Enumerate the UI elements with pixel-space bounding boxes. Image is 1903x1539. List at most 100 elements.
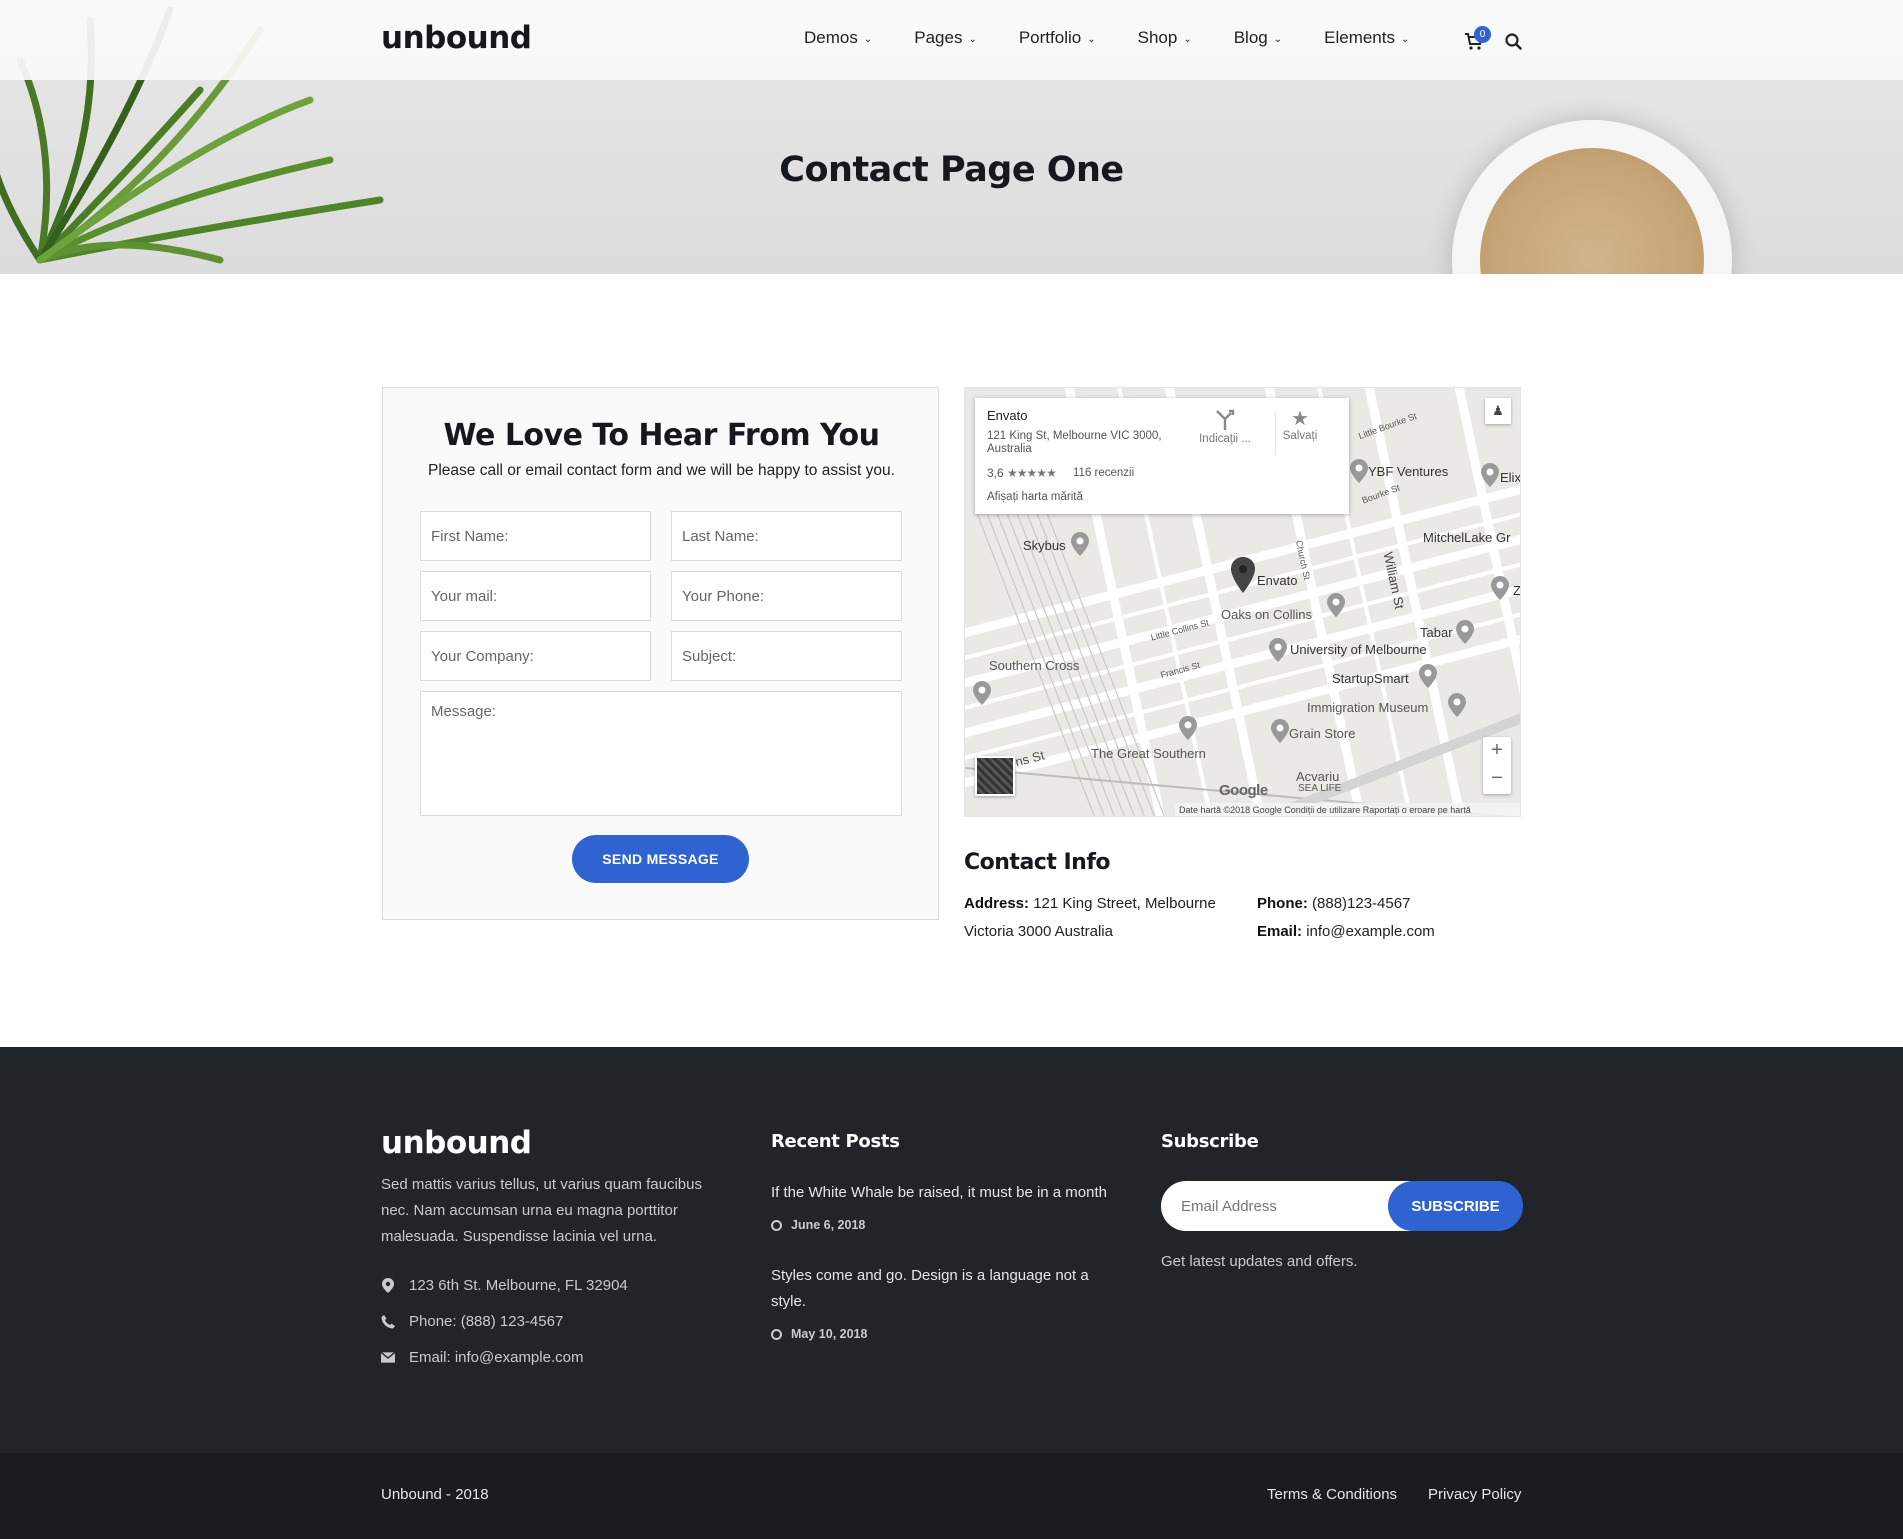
recent-post-title[interactable]: Styles come and go. Design is a language…	[771, 1263, 1111, 1315]
clock-icon	[771, 1328, 782, 1340]
footer-phone: Phone: (888) 123-4567	[381, 1313, 563, 1330]
map-poi-icon[interactable]	[1327, 593, 1345, 617]
map-poi-icon[interactable]	[1269, 638, 1287, 662]
nav-label: Demos	[804, 28, 858, 47]
zoom-out-button[interactable]: −	[1483, 765, 1511, 793]
directions-label: Indicații ...	[1199, 433, 1251, 445]
map-poi-icon[interactable]	[1448, 693, 1466, 717]
chevron-down-icon: ⌄	[863, 33, 873, 45]
map-label-ybf: YBF Ventures	[1368, 464, 1449, 479]
chevron-down-icon: ⌄	[968, 33, 977, 45]
star-icon: ★	[1291, 408, 1309, 430]
address-line2: Victoria 3000 Australia	[964, 923, 1113, 940]
rating-value: 3,6	[987, 466, 1004, 480]
recent-posts-heading: Recent Posts	[771, 1131, 900, 1152]
map-label-elix: Elix	[1500, 470, 1521, 485]
privacy-link[interactable]: Privacy Policy	[1428, 1486, 1521, 1503]
form-subtitle: Please call or email contact form and we…	[428, 462, 895, 479]
site-logo[interactable]: unbound	[381, 20, 532, 56]
email-label: Email:	[1257, 923, 1303, 940]
map-label-startupsmart: StartupSmart	[1332, 671, 1409, 686]
map-attribution[interactable]: Date hartă ©2018 Google Condiții de util…	[1175, 803, 1520, 816]
clock-icon	[771, 1219, 782, 1231]
map-label-envato: Envato	[1257, 573, 1298, 588]
address-label: Address:	[964, 895, 1030, 912]
map-label-oaks: Oaks on Collins	[1221, 607, 1313, 622]
place-rating: 3,6 ★★★★★	[987, 466, 1057, 480]
phone-value[interactable]: (888)123-4567	[1312, 895, 1410, 912]
search-icon[interactable]	[1505, 33, 1522, 50]
recent-post-date: May 10, 2018	[771, 1327, 867, 1341]
nav-shop[interactable]: Shop ⌄	[1138, 28, 1192, 48]
chevron-down-icon: ⌄	[1087, 33, 1096, 45]
envelope-icon	[381, 1352, 395, 1363]
map-label-immigration: Immigration Museum	[1307, 700, 1429, 715]
email-field[interactable]	[420, 571, 651, 621]
post-date-text: May 10, 2018	[791, 1327, 868, 1341]
subscribe-email-input[interactable]	[1161, 1181, 1411, 1231]
phone-label: Phone:	[1257, 895, 1308, 912]
place-address: 121 King St, Melbourne VIC 3000, Austral…	[987, 430, 1162, 455]
rating-stars-icon: ★★★★★	[1007, 466, 1057, 480]
map-poi-icon[interactable]	[1350, 459, 1368, 483]
nav-demos[interactable]: Demos ⌄	[804, 28, 872, 48]
page-title: Contact Page One	[779, 150, 1124, 190]
map-label-tabar: Tabar	[1420, 625, 1453, 640]
google-logo: Google	[1219, 782, 1268, 799]
map-poi-icon[interactable]	[1179, 716, 1197, 740]
save-place-button[interactable]: ★ Salvați	[1275, 408, 1325, 442]
map-poi-icon[interactable]	[1071, 532, 1089, 556]
zoom-in-button[interactable]: +	[1483, 737, 1511, 765]
cart-count-badge: 0	[1474, 26, 1491, 43]
map-label-sealife: SEA LIFE	[1298, 783, 1342, 794]
review-count-link[interactable]: 116 recenzii	[1073, 467, 1134, 479]
recent-post-title[interactable]: If the White Whale be raised, it must be…	[771, 1180, 1131, 1206]
message-field[interactable]	[420, 691, 902, 816]
email-value[interactable]: info@example.com	[1306, 923, 1435, 940]
footer-email: Email: info@example.com	[381, 1349, 583, 1366]
company-field[interactable]	[420, 631, 651, 681]
send-message-button[interactable]: SEND MESSAGE	[572, 835, 749, 883]
footer-address: 123 6th St. Melbourne, FL 32904	[381, 1277, 628, 1294]
subscribe-button[interactable]: SUBSCRIBE	[1388, 1181, 1523, 1231]
chevron-down-icon: ⌄	[1401, 33, 1410, 45]
map-poi-icon[interactable]	[1419, 664, 1437, 688]
nav-blog[interactable]: Blog ⌄	[1234, 28, 1282, 48]
first-name-field[interactable]	[420, 511, 651, 561]
map-poi-icon[interactable]	[1271, 719, 1289, 743]
map-label-skybus: Skybus	[1023, 538, 1066, 553]
directions-button[interactable]: Indicații ...	[1195, 408, 1255, 445]
map-poi-icon[interactable]	[1491, 576, 1509, 600]
satellite-toggle-button[interactable]	[975, 756, 1015, 796]
map-label-acvariu: Acvariu	[1296, 769, 1340, 784]
nav-label: Blog	[1233, 28, 1268, 47]
map-label-southern-cross: Southern Cross	[989, 658, 1080, 673]
footer-email-text[interactable]: Email: info@example.com	[409, 1349, 583, 1366]
contact-address: Address: 121 King Street, Melbourne Vict…	[964, 890, 1216, 946]
map-label-z: Z	[1513, 583, 1521, 598]
nav-label: Shop	[1137, 28, 1178, 47]
nav-pages[interactable]: Pages ⌄	[914, 28, 977, 48]
chevron-down-icon: ⌄	[1183, 33, 1192, 45]
phone-field[interactable]	[671, 571, 902, 621]
nav-portfolio[interactable]: Portfolio ⌄	[1019, 28, 1096, 48]
map-poi-icon[interactable]	[1456, 620, 1474, 644]
street-view-pegman-icon[interactable]: ♟	[1485, 398, 1511, 424]
map-poi-icon[interactable]	[1481, 463, 1499, 487]
view-larger-map-link[interactable]: Afișați harta mărită	[987, 491, 1083, 503]
map-pin-icon[interactable]	[1231, 557, 1255, 593]
map-poi-icon[interactable]	[973, 681, 991, 705]
subject-field[interactable]	[671, 631, 902, 681]
main-nav: Demos ⌄ Pages ⌄ Portfolio ⌄ Shop ⌄ Blog ⌄ Ele…	[804, 28, 1451, 48]
post-date-text: June 6, 2018	[791, 1218, 866, 1232]
footer-bottom-bar	[0, 1453, 1903, 1539]
last-name-field[interactable]	[671, 511, 902, 561]
nav-elements[interactable]: Elements ⌄	[1324, 28, 1409, 48]
nav-label: Pages	[914, 28, 963, 47]
footer-description: Sed mattis varius tellus, ut varius quam…	[381, 1176, 702, 1245]
map-label-mitchel: MitchelLake Gr	[1423, 530, 1511, 545]
place-name: Envato	[987, 408, 1028, 423]
google-map[interactable]: Skybus Envato Oaks on Collins YBF Ventur…	[964, 387, 1521, 817]
footer-logo[interactable]: unbound	[381, 1125, 532, 1161]
terms-link[interactable]: Terms & Conditions	[1267, 1486, 1397, 1503]
